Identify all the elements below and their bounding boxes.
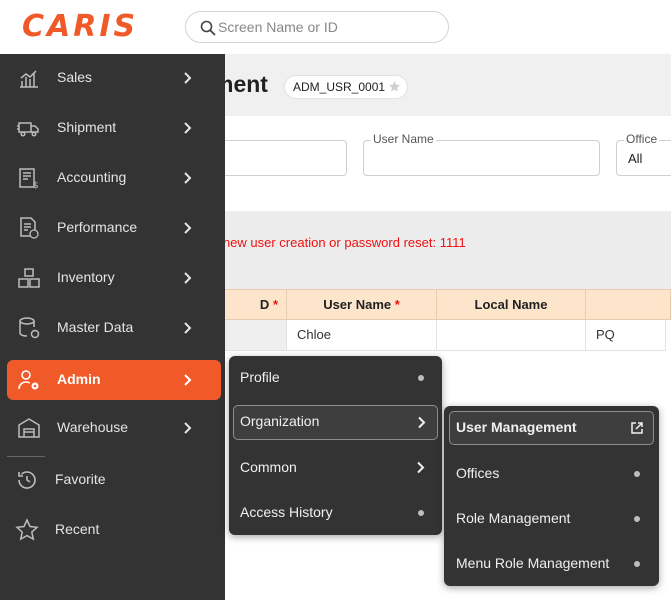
sidebar-item-performance[interactable]: Performance (7, 208, 221, 248)
sidebar-item-shipment[interactable]: Shipment (7, 108, 221, 148)
dot-icon (418, 375, 424, 381)
chevron-right-icon (184, 322, 192, 334)
sidebar-item-master-data[interactable]: Master Data (7, 308, 221, 348)
database-gear-icon (19, 317, 40, 339)
report-dollar-icon (20, 217, 39, 239)
user-gear-icon (18, 370, 39, 390)
chevron-right-icon (184, 374, 192, 386)
boxes-icon (18, 268, 40, 288)
truck-icon (17, 122, 39, 137)
grid-cell-local-name[interactable] (436, 320, 586, 351)
menu-item-user-management[interactable]: User Management (449, 411, 654, 445)
grid-header-user-name[interactable]: User Name * (286, 289, 437, 320)
sidebar-item-favorite[interactable]: Favorite (7, 460, 221, 500)
dot-icon (634, 516, 640, 522)
menu-item-menu-role-management[interactable]: Menu Role Management (450, 547, 653, 581)
sidebar-item-recent[interactable]: Recent (7, 510, 221, 550)
dot-icon (634, 561, 640, 567)
sales-chart-icon (20, 70, 38, 88)
sidebar-divider (7, 456, 45, 457)
sidebar-item-inventory[interactable]: Inventory (7, 258, 221, 298)
chevron-right-icon (184, 172, 192, 184)
chevron-right-icon (418, 416, 426, 429)
title-bar: ment ADM_USR_0001 (213, 54, 671, 116)
top-header: CARIS (0, 0, 671, 54)
grid-cell-office[interactable]: PQ (585, 320, 666, 351)
sidebar-item-sales[interactable]: Sales (7, 58, 221, 98)
warehouse-icon (18, 418, 40, 438)
menu-item-offices[interactable]: Offices (450, 457, 653, 491)
favorite-star-icon[interactable] (388, 80, 401, 93)
grid-cell-id[interactable] (219, 320, 287, 351)
menu-item-common[interactable]: Common (234, 451, 437, 485)
notice-panel: r new user creation or password reset: 1… (215, 211, 671, 289)
sidebar-item-accounting[interactable]: $ Accounting (7, 158, 221, 198)
dot-icon (418, 510, 424, 516)
chevron-right-icon (417, 461, 425, 474)
search-icon (200, 20, 216, 36)
chevron-right-icon (184, 272, 192, 284)
external-link-icon[interactable] (630, 421, 644, 435)
grid-header-local-name[interactable]: Local Name (436, 289, 586, 320)
search-input[interactable] (218, 16, 438, 38)
menu-item-role-management[interactable]: Role Management (450, 502, 653, 536)
grid-header-id[interactable]: D * (219, 289, 287, 320)
chevron-right-icon (184, 422, 192, 434)
menu-item-organization[interactable]: Organization (233, 405, 438, 440)
screen-id-badge: ADM_USR_0001 (284, 75, 409, 99)
screen-search[interactable] (185, 11, 449, 43)
screen-id-text: ADM_USR_0001 (293, 80, 386, 94)
menu-item-profile[interactable]: Profile (234, 361, 437, 395)
chevron-right-icon (184, 72, 192, 84)
admin-flyout-menu: Profile Organization Common Access Histo… (229, 356, 442, 535)
sidebar-item-admin[interactable]: Admin (7, 360, 221, 400)
chevron-right-icon (184, 222, 192, 234)
sidebar-nav: Sales Shipment $ Accounting Performance … (0, 54, 225, 600)
chevron-right-icon (184, 122, 192, 134)
filter-field-first[interactable] (215, 140, 347, 176)
menu-item-access-history[interactable]: Access History (234, 496, 437, 530)
password-notice: r new user creation or password reset: 1… (215, 235, 466, 250)
svg-text:$: $ (33, 181, 39, 190)
star-outline-icon (15, 518, 39, 541)
grid-header-office[interactable] (585, 289, 671, 320)
caris-logo[interactable]: CARIS (22, 12, 138, 42)
grid-cell-user-name[interactable]: Chloe (286, 320, 437, 351)
user-name-filter-label: User Name (371, 132, 436, 146)
sidebar-item-warehouse[interactable]: Warehouse (7, 408, 221, 448)
ledger-dollar-icon: $ (19, 168, 39, 190)
history-icon (18, 471, 36, 489)
organization-flyout-menu: User Management Offices Role Management … (444, 406, 659, 586)
office-filter-label: Office (624, 132, 660, 146)
dot-icon (634, 471, 640, 477)
